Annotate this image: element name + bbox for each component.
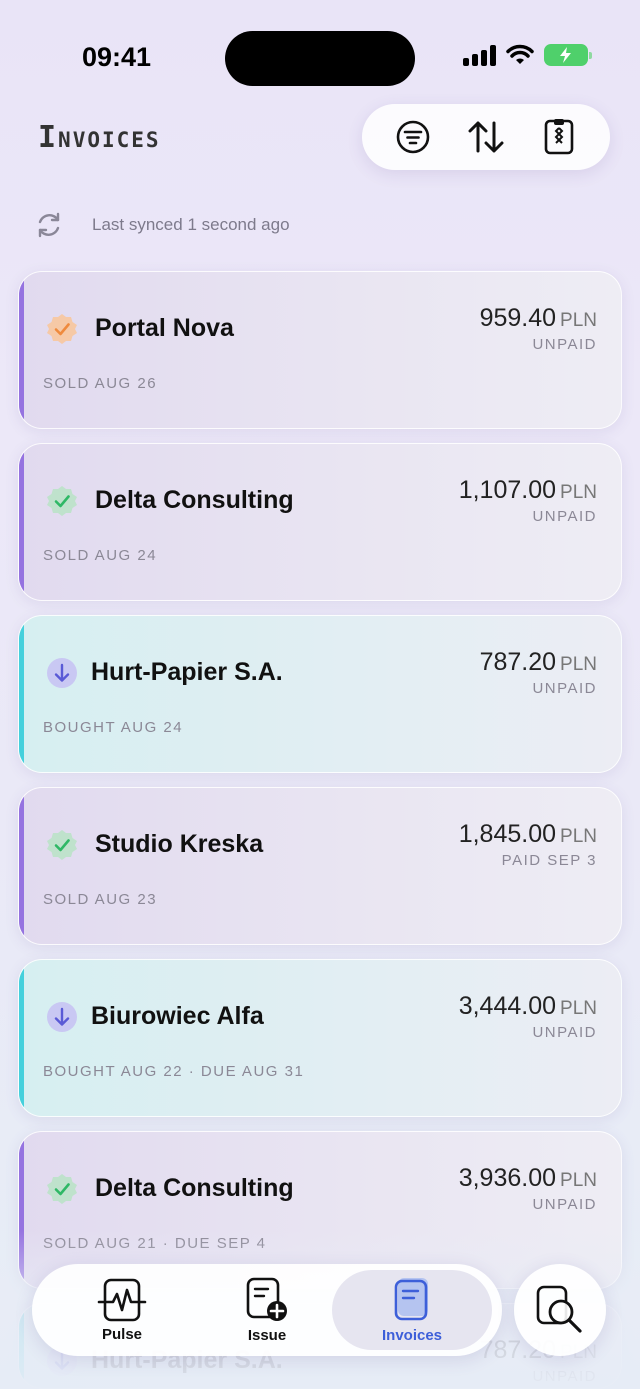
- invoice-meta: SOLD AUG 21 · DUE SEP 4: [43, 1235, 267, 1252]
- counterparty-name: Portal Nova: [95, 314, 234, 342]
- sold-accent-bar: [19, 1132, 24, 1288]
- search-button[interactable]: [514, 1264, 606, 1356]
- zip-archive-icon: [545, 119, 574, 155]
- invoice-card-biurowiec-alfa[interactable]: Biurowiec Alfa 3,444.00 PLN UNPAID BOUGHT…: [18, 959, 622, 1117]
- battery-charging-icon: [544, 44, 592, 66]
- invoice-amount: 787.20 PLN: [479, 648, 597, 676]
- payment-status: UNPAID: [532, 336, 597, 353]
- invoice-amount: 1,845.00 PLN: [458, 820, 597, 848]
- down-arrow-icon: [47, 1002, 77, 1032]
- sort-arrows-icon: [468, 121, 504, 153]
- bought-accent-bar: [19, 1304, 24, 1388]
- filter-button[interactable]: [389, 113, 437, 161]
- counterparty-name: Delta Consulting: [95, 1174, 294, 1202]
- sync-icon[interactable]: [34, 210, 64, 240]
- invoice-amount: 1,107.00 PLN: [458, 476, 597, 504]
- down-arrow-icon: [47, 658, 77, 688]
- counterparty-name: Studio Kreska: [95, 830, 264, 858]
- payment-status: UNPAID: [532, 1024, 597, 1041]
- invoice-meta: BOUGHT AUG 22 · DUE AUG 31: [43, 1063, 305, 1080]
- invoice-meta: SOLD AUG 26: [43, 375, 158, 392]
- invoice-card-delta-consulting[interactable]: Delta Consulting 1,107.00 PLN UNPAID SOLD…: [18, 443, 622, 601]
- sync-text: Last synced 1 second ago: [92, 215, 290, 234]
- currency: PLN: [560, 482, 597, 503]
- invoices-document-icon: [394, 1277, 428, 1320]
- currency: PLN: [560, 310, 597, 331]
- tab-pulse[interactable]: Pulse: [42, 1270, 202, 1350]
- payment-status: UNPAID: [532, 1368, 597, 1385]
- green-check-badge-icon: [47, 1174, 77, 1204]
- invoice-amount: 3,936.00 PLN: [458, 1164, 597, 1192]
- orange-check-badge-icon: [47, 314, 77, 344]
- bought-accent-bar: [19, 616, 24, 772]
- search-document-icon: [536, 1285, 582, 1333]
- tab-invoices[interactable]: Invoices: [332, 1270, 492, 1350]
- toolbar: [362, 104, 610, 170]
- currency: PLN: [560, 654, 597, 675]
- payment-status: PAID SEP 3: [501, 852, 597, 869]
- invoice-card-studio-kreska[interactable]: Studio Kreska 1,845.00 PLN PAID SEP 3 SOL…: [18, 787, 622, 945]
- invoice-amount: 3,444.00 PLN: [458, 992, 597, 1020]
- status-icons: [463, 44, 592, 66]
- wifi-icon: [506, 44, 534, 64]
- filter-icon: [396, 120, 429, 154]
- cellular-signal-icon: [463, 44, 496, 66]
- green-check-badge-icon: [47, 486, 77, 516]
- status-time: 09:41: [82, 42, 152, 72]
- payment-status: UNPAID: [532, 680, 597, 697]
- currency: PLN: [560, 826, 597, 847]
- payment-status: UNPAID: [532, 508, 597, 525]
- invoice-meta: SOLD AUG 23: [43, 891, 158, 908]
- currency: PLN: [560, 998, 597, 1019]
- currency: PLN: [560, 1170, 597, 1191]
- sync-status: Last synced 1 second ago: [34, 210, 290, 240]
- payment-status: UNPAID: [532, 1196, 597, 1213]
- status-bar: 09:41: [0, 0, 640, 110]
- tab-label: Invoices: [381, 1326, 443, 1344]
- green-check-badge-icon: [47, 830, 77, 860]
- tab-label: Issue: [247, 1326, 287, 1344]
- page-title: Invoices: [38, 120, 161, 155]
- issue-document-icon: [246, 1277, 287, 1321]
- counterparty-name: Hurt-Papier S.A.: [91, 658, 283, 686]
- export-button[interactable]: [535, 113, 583, 161]
- tab-label: Pulse: [101, 1325, 143, 1343]
- invoice-card-hurt-papier[interactable]: Hurt-Papier S.A. 787.20 PLN UNPAID BOUGHT…: [18, 615, 622, 773]
- sort-button[interactable]: [462, 113, 510, 161]
- tab-issue[interactable]: Issue: [187, 1270, 347, 1350]
- counterparty-name: Delta Consulting: [95, 486, 294, 514]
- invoice-meta: SOLD AUG 24: [43, 547, 158, 564]
- sold-accent-bar: [19, 444, 24, 600]
- bought-accent-bar: [19, 960, 24, 1116]
- invoice-amount: 959.40 PLN: [479, 304, 597, 332]
- dynamic-island: [225, 31, 415, 86]
- invoice-meta: BOUGHT AUG 24: [43, 719, 184, 736]
- sold-accent-bar: [19, 788, 24, 944]
- sold-accent-bar: [19, 272, 24, 428]
- tab-bar: Pulse Issue Invoices: [32, 1264, 502, 1356]
- invoice-card-portal-nova[interactable]: Portal Nova 959.40 PLN UNPAID SOLD AUG 26: [18, 271, 622, 429]
- counterparty-name: Biurowiec Alfa: [91, 1002, 264, 1030]
- pulse-icon: [97, 1278, 147, 1321]
